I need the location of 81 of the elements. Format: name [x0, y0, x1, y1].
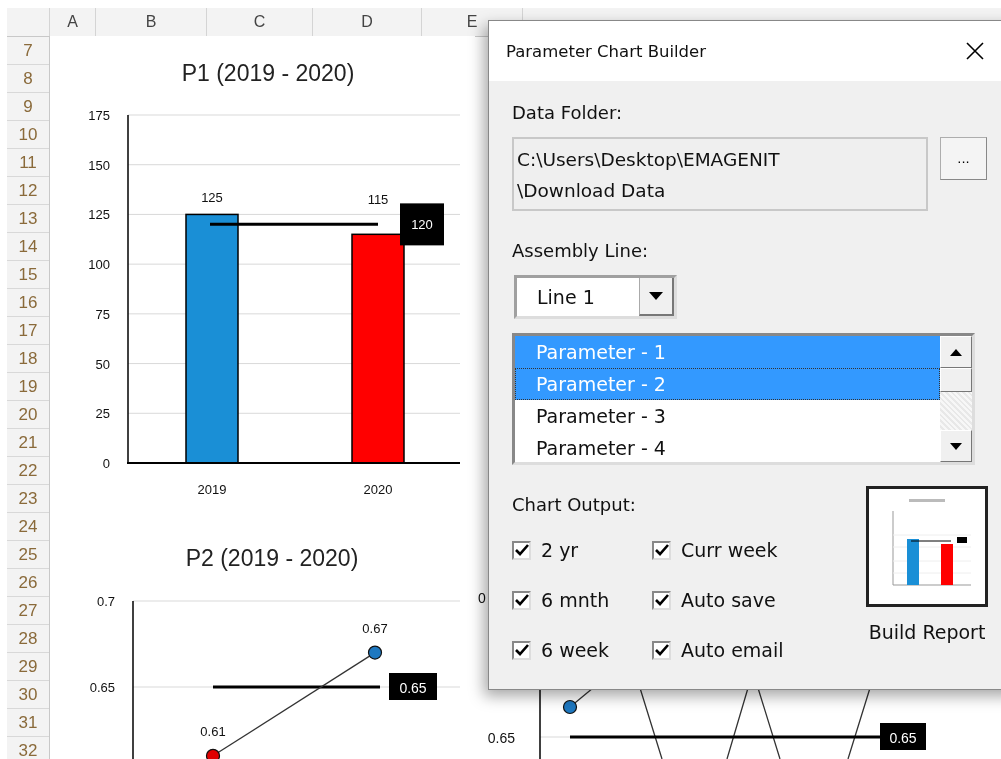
target-label-background	[880, 723, 926, 750]
row-header[interactable]: 24	[7, 513, 49, 541]
row-header[interactable]: 11	[7, 149, 49, 177]
window-title: Parameter Chart Builder	[506, 41, 707, 61]
axis-tick-label: 25	[95, 406, 110, 422]
axis-tick-label: 125	[88, 207, 110, 223]
row-header[interactable]: 15	[7, 261, 49, 289]
row-header[interactable]: 28	[7, 625, 49, 653]
row-header[interactable]: 14	[7, 233, 49, 261]
target-label-background	[400, 203, 444, 246]
scroll-thumb[interactable]	[940, 368, 972, 392]
checkbox-label[interactable]: 2 yr	[541, 539, 579, 561]
list-item[interactable]: Parameter - 3	[515, 400, 940, 432]
row-header[interactable]: 26	[7, 569, 49, 597]
row-header[interactable]: 30	[7, 681, 49, 709]
row-header[interactable]: 16	[7, 289, 49, 317]
row-header[interactable]: 21	[7, 429, 49, 457]
target-label: 120	[411, 217, 433, 233]
row-header[interactable]: 19	[7, 373, 49, 401]
field-label: Data Folder:	[512, 101, 624, 125]
row-header[interactable]: 13	[7, 205, 49, 233]
section-label: Chart Output:	[512, 493, 637, 517]
dropdown-arrow-icon	[649, 292, 663, 300]
checkbox-label[interactable]: Auto email	[681, 639, 784, 661]
row-header[interactable]: 8	[7, 65, 49, 93]
axis-tick-label: 0	[102, 456, 110, 471]
data-label: 0.67	[362, 620, 388, 636]
axis-tick-label: 175	[88, 108, 110, 123]
checkbox-label[interactable]: Curr week	[681, 539, 778, 561]
list-item[interactable]: Parameter - 2	[515, 368, 940, 400]
assembly-line-dropdown[interactable]: Line 1	[514, 275, 677, 319]
row-header[interactable]: 18	[7, 345, 49, 373]
category-label: 2020	[363, 482, 393, 497]
checkbox[interactable]	[652, 640, 671, 660]
row-header[interactable]: 9	[7, 93, 49, 121]
row-header[interactable]: 7	[7, 37, 49, 65]
target-label: 0.65	[889, 730, 917, 746]
axis-tick-label: 0.65	[487, 730, 515, 746]
checkbox[interactable]	[512, 640, 531, 660]
scroll-down-icon[interactable]	[950, 442, 962, 450]
scroll-up-icon[interactable]	[950, 348, 962, 356]
data-label: 125	[201, 190, 223, 206]
checkbox-label[interactable]: Auto save	[681, 589, 776, 611]
axis-tick-label: 100	[88, 257, 110, 273]
list-item[interactable]: Parameter - 4	[515, 432, 940, 464]
data-label: 0.61	[200, 723, 226, 739]
folder-path-field[interactable]: C:\Users\Desktop\EMAGENIT \Download Data	[512, 137, 928, 211]
row-header[interactable]: 32	[7, 737, 49, 759]
target-label: 0.65	[399, 680, 427, 696]
chart-title: P1 (2019 - 2020)	[181, 60, 355, 86]
category-label: 2019	[197, 482, 227, 497]
checkbox[interactable]	[512, 540, 531, 560]
row-header[interactable]: 31	[7, 709, 49, 737]
axis-tick-label: 75	[95, 306, 110, 322]
scrollbar[interactable]	[940, 336, 972, 462]
data-label: 115	[367, 192, 389, 208]
checkbox-label[interactable]: 6 mnth	[541, 589, 610, 611]
row-header[interactable]: 22	[7, 457, 49, 485]
chart-title: P2 (2019 - 2020)	[185, 545, 359, 571]
browse-button[interactable]: ...	[940, 137, 987, 180]
list-item[interactable]: Parameter - 1	[515, 336, 940, 368]
row-header[interactable]: 25	[7, 541, 49, 569]
target-label-background	[389, 673, 437, 700]
checkbox[interactable]	[512, 590, 531, 610]
close-icon[interactable]	[965, 41, 985, 61]
row-header[interactable]: 17	[7, 317, 49, 345]
checkbox-label[interactable]: 6 week	[541, 639, 610, 661]
row-header[interactable]: 10	[7, 121, 49, 149]
checkbox[interactable]	[652, 590, 671, 610]
row-header[interactable]: 27	[7, 597, 49, 625]
checkbox[interactable]	[652, 540, 671, 560]
row-header[interactable]: 20	[7, 401, 49, 429]
axis-tick-label: 50	[95, 356, 110, 372]
axis-tick-label: 0.7	[96, 594, 115, 609]
row-header[interactable]: 12	[7, 177, 49, 205]
axis-tick-label: 150	[88, 157, 110, 173]
field-label: Assembly Line:	[512, 239, 650, 263]
row-header[interactable]: 23	[7, 485, 49, 513]
row-header[interactable]: 29	[7, 653, 49, 681]
axis-tick-label: 0	[478, 590, 486, 606]
axis-tick-label: 0.65	[89, 680, 115, 695]
